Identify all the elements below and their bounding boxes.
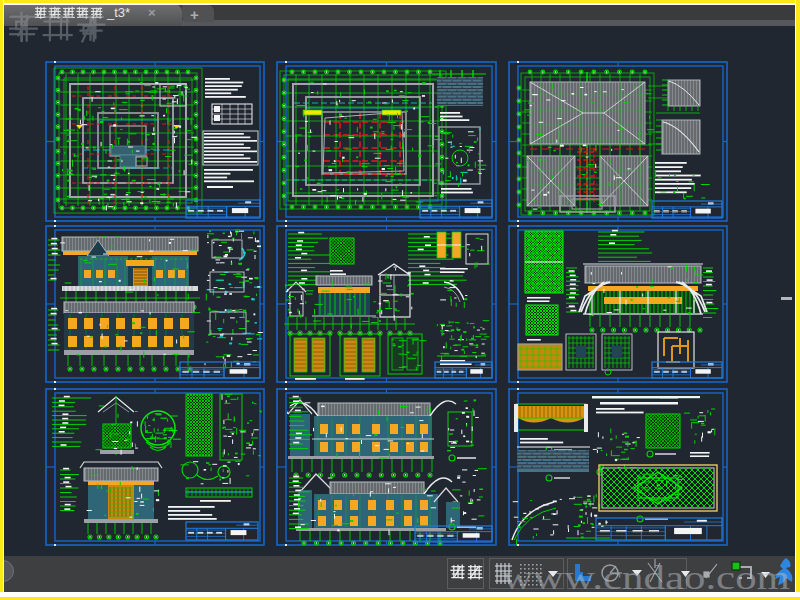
svg-text:www.cndao.com: www.cndao.com [502, 559, 790, 596]
